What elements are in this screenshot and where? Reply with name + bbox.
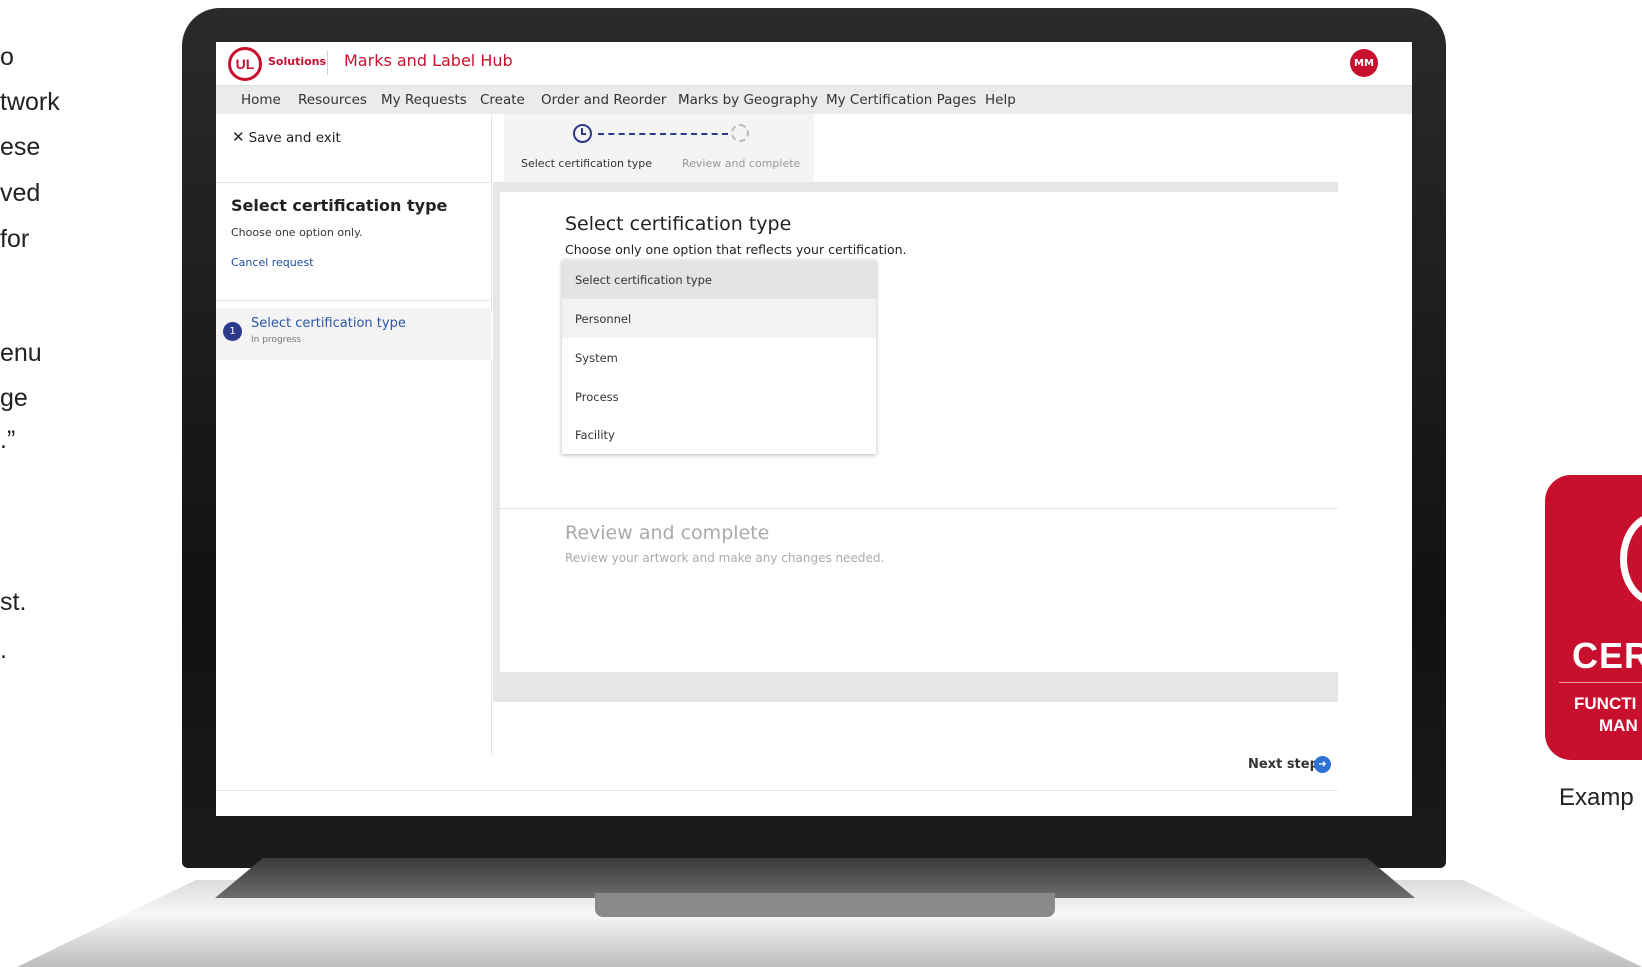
text-line: . <box>0 636 7 664</box>
next-step-button[interactable]: Next step <box>1248 757 1319 772</box>
divider <box>216 790 1338 791</box>
content-area: Select certification type Choose only on… <box>493 182 1338 702</box>
close-icon: ✕ <box>232 128 245 146</box>
ul-logo-icon[interactable]: UL <box>228 47 262 81</box>
app-title[interactable]: Marks and Label Hub <box>344 51 513 70</box>
section-subtitle-review: Review your artwork and make any changes… <box>565 551 885 565</box>
brand-solutions: Solutions <box>268 55 327 68</box>
dropdown-option-process[interactable]: Process <box>562 377 876 416</box>
badge-ring-icon <box>1620 513 1642 605</box>
request-sidebar: ✕ Save and exit Select certification type… <box>216 114 492 754</box>
dropdown-option-facility[interactable]: Facility <box>562 415 876 454</box>
dropdown-option-personnel[interactable]: Personnel <box>562 299 876 338</box>
request-page: ✕ Save and exit Select certification type… <box>216 114 1412 816</box>
stepper-step-2-label[interactable]: Review and complete <box>682 157 800 170</box>
main-nav: Home Resources My Requests Create Order … <box>216 85 1412 114</box>
save-and-exit-label: Save and exit <box>248 130 341 146</box>
badge-divider <box>1559 682 1642 683</box>
badge-line-1: FUNCTI <box>1574 694 1637 713</box>
section-title-select-certification: Select certification type <box>565 213 792 235</box>
certification-type-dropdown[interactable]: Select certification type Personnel Syst… <box>562 260 876 454</box>
laptop-keyboard <box>215 858 1415 898</box>
text-line: ese <box>0 133 41 161</box>
nav-item-home[interactable]: Home <box>241 92 281 108</box>
sidebar-step-select-certification[interactable]: 1 Select certification type In progress <box>216 308 492 360</box>
sidebar-subtext: Choose one option only. <box>231 226 363 239</box>
progress-stepper: Select certification type Review and com… <box>504 114 814 182</box>
text-line: st. <box>0 588 27 616</box>
nav-item-create[interactable]: Create <box>480 92 525 108</box>
text-line: enu <box>0 339 42 367</box>
text-line: o <box>0 43 14 71</box>
nav-item-resources[interactable]: Resources <box>298 92 367 108</box>
badge-title: CER <box>1572 635 1642 676</box>
brand-separator <box>327 51 328 75</box>
nav-item-marks-by-geography[interactable]: Marks by Geography <box>678 92 818 108</box>
arrow-right-icon[interactable]: ➜ <box>1314 756 1331 773</box>
save-and-exit-button[interactable]: ✕ Save and exit <box>232 128 341 146</box>
badge-caption: Examp <box>1559 784 1634 811</box>
dropdown-option-system[interactable]: System <box>562 338 876 377</box>
divider <box>216 300 492 301</box>
section-subtitle: Choose only one option that reflects you… <box>565 242 907 257</box>
stepper-step-1-label[interactable]: Select certification type <box>521 157 652 170</box>
divider <box>500 508 1338 509</box>
stepper-connector <box>598 133 728 135</box>
step-number-badge: 1 <box>223 322 242 341</box>
app-header: UL Solutions Marks and Label Hub MM <box>216 42 1412 85</box>
text-line: ge <box>0 384 28 412</box>
pending-step-icon <box>731 124 749 142</box>
cancel-request-link[interactable]: Cancel request <box>231 256 314 269</box>
nav-item-my-requests[interactable]: My Requests <box>381 92 467 108</box>
nav-item-my-certification-pages[interactable]: My Certification Pages <box>826 92 976 108</box>
user-avatar[interactable]: MM <box>1350 49 1378 77</box>
form-card: Select certification type Choose only on… <box>500 192 1338 672</box>
section-title-review: Review and complete <box>565 522 770 544</box>
nav-item-help[interactable]: Help <box>985 92 1016 108</box>
step-label: Select certification type <box>251 316 406 331</box>
divider <box>216 182 492 183</box>
sidebar-heading: Select certification type <box>231 196 448 215</box>
nav-item-order-and-reorder[interactable]: Order and Reorder <box>541 92 666 108</box>
laptop-screen: UL Solutions Marks and Label Hub MM Home… <box>216 42 1412 816</box>
badge-line-2: MAN <box>1599 716 1638 735</box>
text-line: twork <box>0 88 60 116</box>
text-line: .” <box>0 426 16 454</box>
dropdown-placeholder[interactable]: Select certification type <box>562 260 876 299</box>
text-line: ved <box>0 179 41 207</box>
step-status: In progress <box>251 335 302 345</box>
clock-icon <box>573 124 592 143</box>
certification-badge: CER FUNCTI MAN <box>1545 475 1642 760</box>
laptop-trackpad-notch <box>595 893 1055 917</box>
text-line: for <box>0 225 30 253</box>
